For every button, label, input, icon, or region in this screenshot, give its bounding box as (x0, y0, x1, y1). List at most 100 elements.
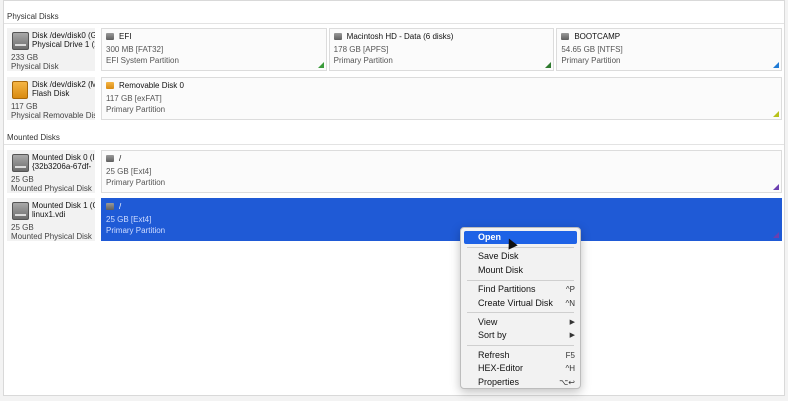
disk-row[interactable]: Mounted Disk 0 (I {32b3206a-67df- 25 GB Mou… (7, 150, 782, 193)
partition-type: Primary Partition (561, 56, 621, 65)
menu-item-label: Find Partitions (478, 284, 536, 295)
partition-list: EFI 300 MB [FAT32] EFI System Partition Mac… (95, 28, 783, 71)
disk-info[interactable]: Disk /dev/disk2 (M Flash Disk 117 GB Physic… (7, 77, 95, 120)
disk-info[interactable]: Mounted Disk 1 (C linux1.vdi 25 GB Mounted … (7, 198, 95, 241)
partition-name: EFI (119, 32, 132, 41)
partition-list: / 25 GB [Ext4] Primary Partition (95, 198, 782, 241)
partition-size: 178 GB [APFS] (333, 45, 389, 54)
disk-row[interactable]: Disk /dev/disk2 (M Flash Disk 117 GB Physic… (7, 77, 782, 120)
partition-tile[interactable]: / 25 GB [Ext4] Primary Partition (101, 198, 782, 241)
partition-type: EFI System Partition (106, 56, 179, 65)
menu-item-hex-editor[interactable]: HEX-Editor ^H (461, 362, 580, 375)
disk-name: Mounted Disk 0 (I {32b3206a-67df- (32, 153, 95, 171)
partition-size: 300 MB [FAT32] (106, 45, 164, 54)
disk-size: 117 GB (11, 102, 38, 111)
hard-drive-icon (12, 154, 29, 172)
menu-separator (467, 246, 574, 248)
partition-type: Primary Partition (333, 56, 393, 65)
partition-name: Removable Disk 0 (119, 81, 184, 90)
flash-drive-icon (12, 81, 28, 99)
disk-type: Mounted Physical Disk (11, 184, 92, 193)
section-physical-disks: Physical Disks (4, 10, 784, 24)
disk-name: Disk /dev/disk0 (G Physical Drive 1 (2 (32, 31, 95, 49)
partition-icon (106, 82, 114, 89)
disk-name-line1: Disk /dev/disk0 (G (32, 31, 95, 40)
partition-icon (106, 155, 114, 162)
partition-tile[interactable]: / 25 GB [Ext4] Primary Partition (101, 150, 782, 193)
menu-item-save-disk[interactable]: Save Disk (461, 250, 580, 263)
partition-size: 25 GB [Ext4] (106, 215, 152, 224)
partition-color-marker (317, 62, 324, 68)
menu-item-shortcut: ⌥↩ (559, 377, 575, 387)
menu-item-refresh[interactable]: Refresh F5 (461, 349, 580, 362)
menu-item-shortcut: ^H (565, 364, 575, 374)
disk-name-line2: {32b3206a-67df- (32, 162, 92, 171)
partition-icon (106, 33, 114, 40)
partition-tile[interactable]: Removable Disk 0 117 GB [exFAT] Primary Pa… (101, 77, 782, 120)
disk-name: Disk /dev/disk2 (M Flash Disk (32, 80, 95, 98)
partition-size: 25 GB [Ext4] (106, 167, 152, 176)
partition-type: Primary Partition (106, 178, 166, 187)
menu-item-label: Properties (478, 376, 520, 387)
menu-separator (467, 345, 574, 347)
partition-color-marker (773, 232, 779, 238)
partition-list: Removable Disk 0 117 GB [exFAT] Primary Pa… (95, 77, 782, 120)
partition-color-marker (545, 62, 552, 68)
section-mounted-disks: Mounted Disks (4, 131, 784, 145)
menu-item-label: Create Virtual Disk (478, 297, 553, 308)
partition-tile[interactable]: Macintosh HD - Data (6 disks) 178 GB [APF… (328, 28, 555, 71)
submenu-arrow-icon: ▶ (569, 332, 575, 340)
partition-size: 117 GB [exFAT] (106, 94, 162, 103)
partition-tile[interactable]: BOOTCAMP 54.65 GB [NTFS] Primary Partition (556, 28, 783, 71)
disk-name-line1: Mounted Disk 0 (I (32, 153, 95, 162)
partition-tile[interactable]: EFI 300 MB [FAT32] EFI System Partition (101, 28, 327, 71)
partition-icon (561, 33, 570, 40)
disk-name-line2: Physical Drive 1 (2 (32, 40, 95, 49)
disk-name-line2: linux1.vdi (32, 210, 66, 219)
disk-info[interactable]: Disk /dev/disk0 (G Physical Drive 1 (2 233… (7, 28, 95, 71)
hard-drive-icon (12, 32, 29, 50)
partition-name: / (119, 154, 122, 163)
partition-color-marker (773, 184, 779, 190)
partition-name: / (119, 202, 122, 211)
partition-list: / 25 GB [Ext4] Primary Partition (95, 150, 782, 193)
disk-type: Physical Disk (11, 62, 59, 71)
disk-type: Physical Removable Disk (11, 111, 95, 120)
menu-item-sort-by[interactable]: Sort by ▶ (461, 329, 580, 342)
partition-icon (333, 33, 342, 40)
menu-item-properties[interactable]: Properties ⌥↩ (461, 376, 580, 389)
disk-name: Mounted Disk 1 (C linux1.vdi (32, 201, 95, 219)
disk-size: 233 GB (11, 53, 39, 62)
disk-name-line1: Disk /dev/disk2 (M (32, 80, 95, 89)
menu-separator (467, 279, 574, 281)
menu-item-label: Save Disk (478, 251, 519, 262)
disk-type: Mounted Physical Disk (11, 232, 92, 241)
disk-list-panel: Physical Disks Disk /dev/disk0 (G Physica… (3, 0, 785, 396)
menu-item-create-virtual-disk[interactable]: Create Virtual Disk ^N (461, 297, 580, 310)
disk-row[interactable]: Mounted Disk 1 (C linux1.vdi 25 GB Mounted … (7, 198, 782, 241)
menu-item-mount-disk[interactable]: Mount Disk (461, 264, 580, 277)
partition-type: Primary Partition (106, 226, 166, 235)
submenu-arrow-icon: ▶ (569, 318, 575, 326)
menu-item-open[interactable]: Open (464, 231, 577, 245)
disk-row[interactable]: Disk /dev/disk0 (G Physical Drive 1 (2 233… (7, 28, 783, 71)
menu-item-shortcut: ^P (565, 285, 575, 295)
partition-type: Primary Partition (106, 105, 166, 114)
menu-separator (467, 312, 574, 314)
disk-name-line2: Flash Disk (32, 89, 70, 98)
menu-item-shortcut: F5 (565, 350, 575, 360)
partition-name: Macintosh HD - Data (6 disks) (346, 32, 454, 41)
disk-info[interactable]: Mounted Disk 0 (I {32b3206a-67df- 25 GB Mou… (7, 150, 95, 193)
menu-item-label: Mount Disk (478, 264, 524, 275)
disk-name-line1: Mounted Disk 1 (C (32, 201, 95, 210)
context-menu: Open Save Disk Mount Disk Find Partitions ^P… (460, 227, 581, 389)
menu-item-view[interactable]: View ▶ (461, 316, 580, 329)
menu-item-label: Sort by (478, 330, 507, 341)
menu-item-find-partitions[interactable]: Find Partitions ^P (461, 283, 580, 296)
hard-drive-icon (12, 202, 29, 220)
disk-size: 25 GB (11, 175, 34, 184)
partition-color-marker (773, 111, 779, 117)
menu-item-label: Refresh (478, 349, 510, 360)
menu-item-shortcut: ^N (565, 298, 575, 308)
partition-icon (106, 203, 114, 210)
